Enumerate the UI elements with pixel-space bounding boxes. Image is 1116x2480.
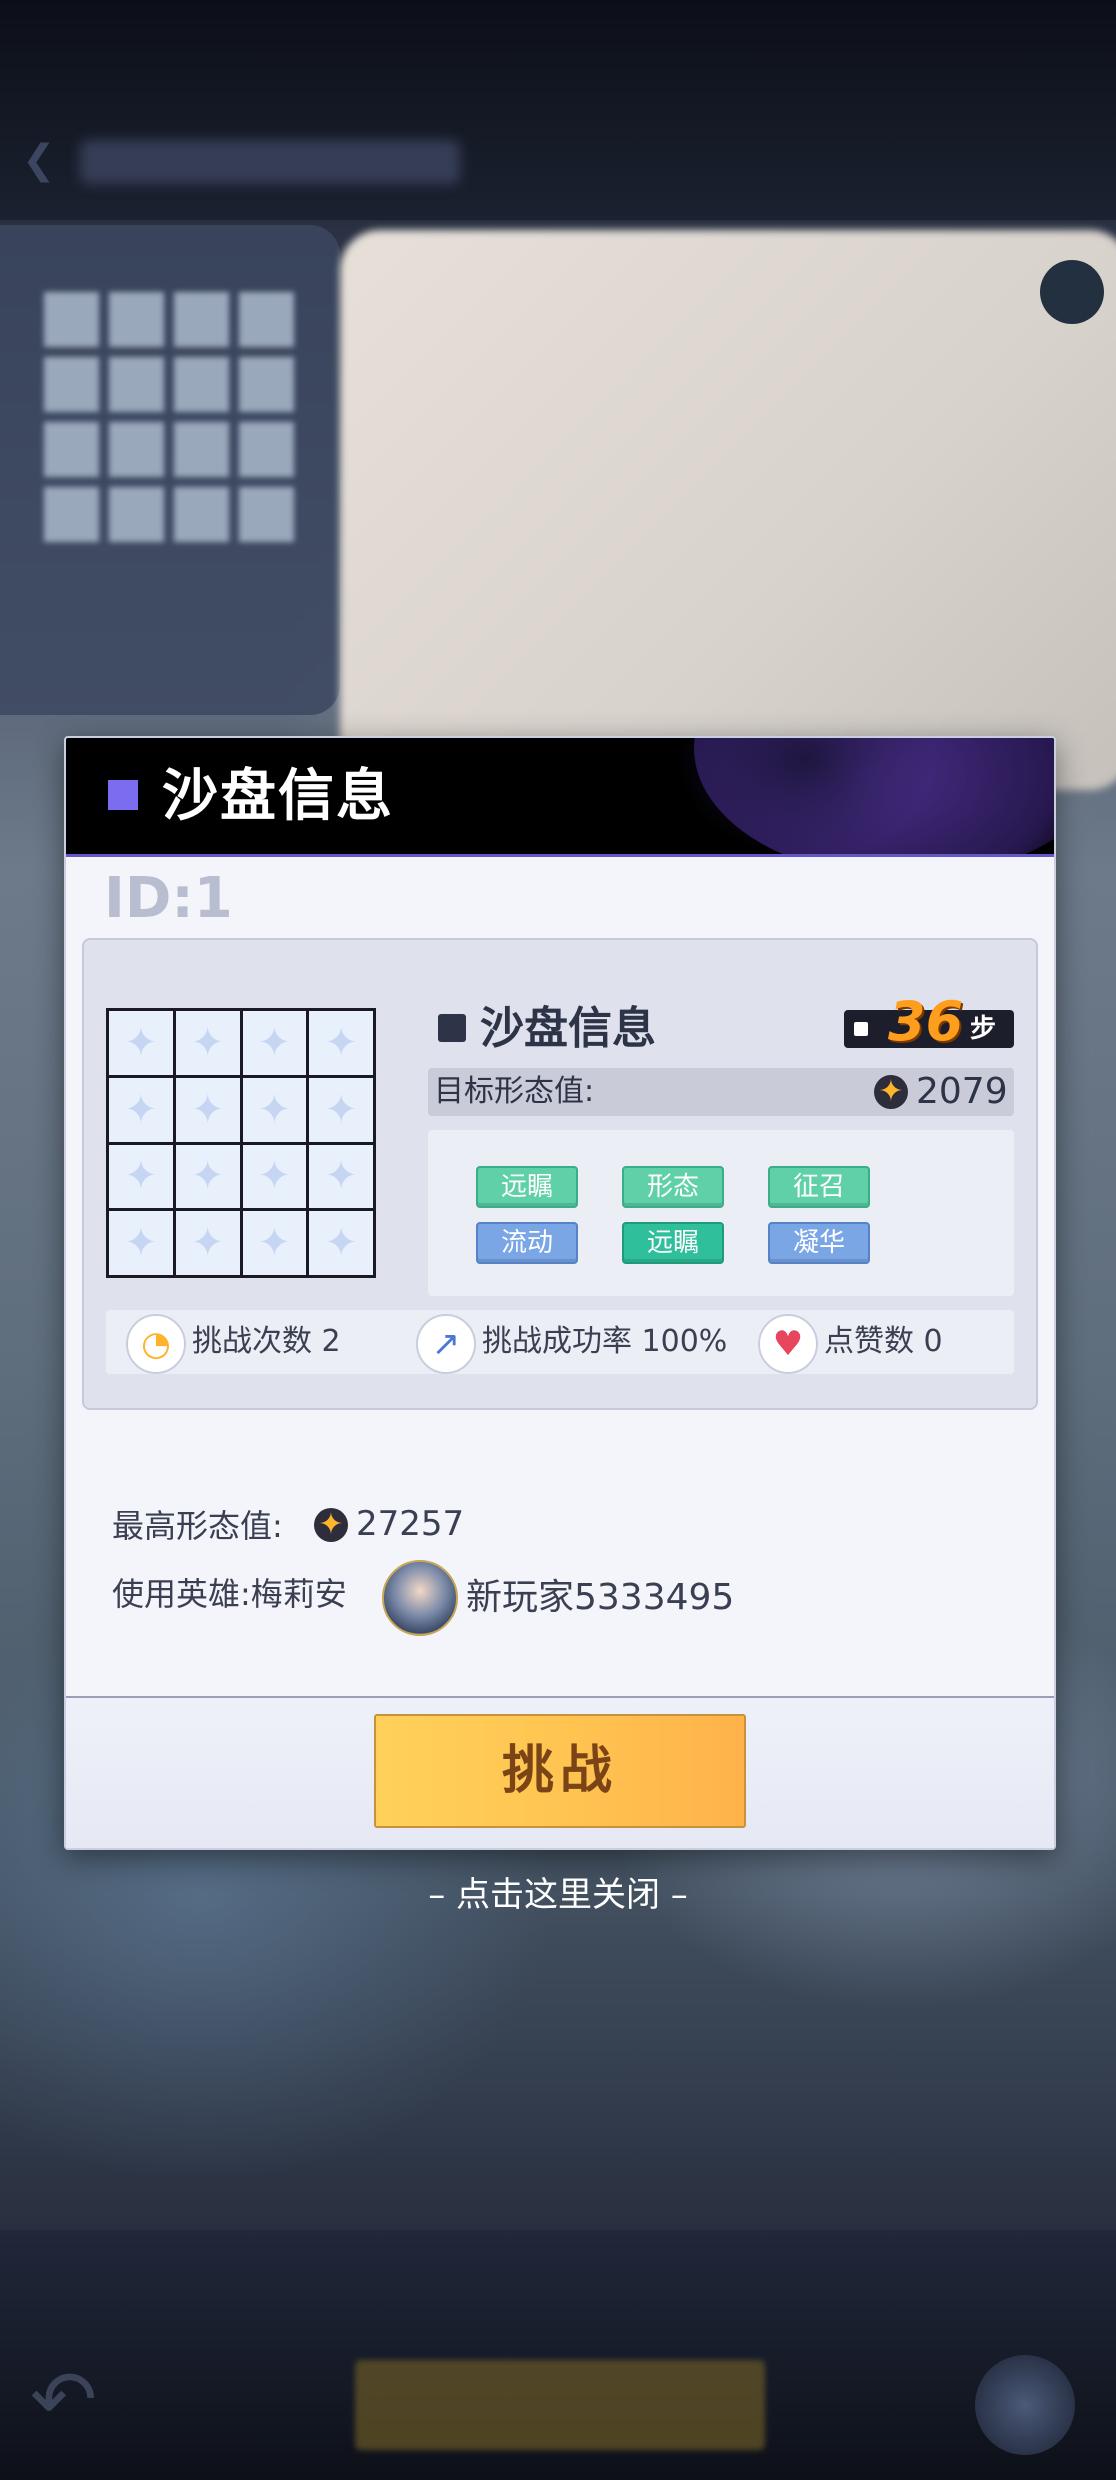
steps-value: 36 [888, 990, 964, 1053]
player-avatar[interactable] [382, 1560, 458, 1636]
background-return-icon: ↶ [30, 2353, 98, 2446]
sandbox-info-dialog: 沙盘信息 ID:1 沙盘信息 36 步 [64, 736, 1056, 1850]
attempts-count: 挑战次数 2 [192, 1324, 341, 1359]
tag-chip: 形态 [622, 1166, 724, 1208]
grid-cell [242, 1011, 307, 1075]
star-coin-icon [314, 1508, 348, 1542]
player-name: 新玩家5333495 [466, 1577, 735, 1618]
grid-cell [109, 1077, 173, 1142]
grid-cell [242, 1211, 307, 1275]
tag-chip: 凝华 [768, 1222, 870, 1264]
sandbox-id: ID:1 [104, 866, 233, 931]
likes-count: 点赞数 0 [824, 1324, 943, 1359]
grid-cell [175, 1211, 240, 1275]
target-value: 2079 [916, 1071, 1008, 1112]
arrow-up-icon: ↗ [416, 1314, 476, 1374]
target-label: 目标形态值: [434, 1074, 595, 1109]
grid-cell [309, 1211, 373, 1275]
best-value-label: 最高形态值: [112, 1507, 283, 1545]
grid-cell [175, 1011, 240, 1075]
card-title: 沙盘信息 [480, 1003, 656, 1054]
steps-badge: 36 步 [844, 992, 1014, 1052]
grid-cell [242, 1077, 307, 1142]
grid-cell [109, 1144, 173, 1209]
hero-label: 使用英雄:梅莉安 [112, 1575, 347, 1613]
sandbox-info-card: 沙盘信息 36 步 目标形态值: 2079 远瞩 形态 征召 流动 远瞩 凝华 … [82, 938, 1038, 1410]
background-bottom-button [355, 2360, 765, 2450]
tag-chip: 远瞩 [622, 1222, 724, 1264]
grid-cell [175, 1144, 240, 1209]
dialog-header: 沙盘信息 [66, 738, 1054, 857]
sandbox-grid-preview [106, 1008, 376, 1278]
steps-unit: 步 [970, 1014, 997, 1044]
tag-chip: 远瞩 [476, 1166, 578, 1208]
grid-cell [109, 1011, 173, 1075]
background-grid [44, 292, 294, 542]
stats-bar: ◔ 挑战次数 2 ↗ 挑战成功率 100% ♥ 点赞数 0 [106, 1310, 1014, 1374]
heart-icon: ♥ [758, 1314, 818, 1374]
best-value: 27257 [356, 1504, 465, 1544]
challenge-button[interactable]: 挑战 [374, 1714, 746, 1828]
tag-chip: 流动 [476, 1222, 578, 1264]
back-arrow-icon: ❮ [22, 137, 56, 183]
grid-cell [109, 1211, 173, 1275]
grid-cell [175, 1077, 240, 1142]
dialog-title: 沙盘信息 [162, 764, 394, 829]
card-title-marker-icon [438, 1014, 466, 1042]
background-circle-button [1040, 260, 1104, 324]
target-value-bar: 目标形态值: 2079 [428, 1068, 1014, 1116]
background-top-bar [0, 0, 1116, 220]
tag-chip: 征召 [768, 1166, 870, 1208]
star-coin-icon [874, 1075, 908, 1109]
grid-cell [309, 1077, 373, 1142]
background-title [80, 140, 460, 184]
grid-cell [309, 1144, 373, 1209]
tags-panel: 远瞩 形态 征召 流动 远瞩 凝华 [428, 1130, 1014, 1296]
background-avatar [975, 2355, 1075, 2455]
square-dot-icon [854, 1022, 868, 1036]
background-preview [340, 230, 1116, 790]
clock-icon: ◔ [126, 1314, 186, 1374]
grid-cell [242, 1144, 307, 1209]
grid-cell [309, 1011, 373, 1075]
close-hint[interactable]: – 点击这里关闭 – [0, 1872, 1116, 1918]
success-rate: 挑战成功率 100% [482, 1324, 728, 1359]
title-marker-icon [108, 780, 138, 810]
